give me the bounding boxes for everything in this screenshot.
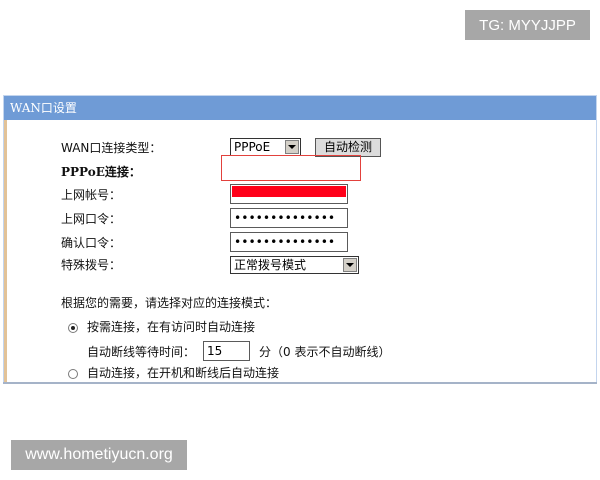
wan-type-selected-value: PPPoE: [234, 140, 271, 154]
idle-time-value: 15: [207, 344, 223, 358]
password-label: 上网口令：: [61, 212, 122, 226]
password-value: ••••••••••••••: [234, 211, 336, 225]
chevron-down-icon: [343, 258, 357, 272]
confirm-password-label: 确认口令：: [61, 236, 122, 250]
wan-settings-panel: WAN口设置 WAN口连接类型： PPPoE 自动检测 PPPoE连接： 上网帐…: [3, 95, 597, 383]
idle-time-input[interactable]: 15: [203, 341, 250, 361]
panel-left-accent: [4, 120, 7, 383]
wan-type-label: WAN口连接类型：: [61, 141, 162, 155]
redaction-bar: [232, 186, 346, 197]
confirm-password-input[interactable]: ••••••••••••••: [230, 232, 348, 252]
highlight-box: [221, 155, 361, 181]
special-dial-select[interactable]: 正常拨号模式: [230, 256, 359, 274]
idle-time-label: 自动断线等待时间：: [87, 345, 196, 359]
on-demand-label: 按需连接，在有访问时自动连接: [87, 320, 256, 334]
account-label: 上网帐号：: [61, 188, 122, 202]
special-dial-selected-value: 正常拨号模式: [234, 258, 307, 272]
radio-auto-connect[interactable]: [68, 369, 78, 379]
mode-prompt: 根据您的需要，请选择对应的连接模式：: [61, 296, 278, 310]
password-input[interactable]: ••••••••••••••: [230, 208, 348, 228]
account-input[interactable]: [230, 184, 348, 204]
idle-time-unit: 分（0 表示不自动断线）: [259, 345, 391, 359]
watermark-bottom: www.hometiyucn.org: [11, 440, 187, 470]
auto-connect-label: 自动连接，在开机和断线后自动连接: [87, 366, 280, 380]
special-dial-label: 特殊拨号：: [61, 258, 122, 272]
panel-title: WAN口设置: [4, 96, 596, 120]
confirm-password-value: ••••••••••••••: [234, 235, 336, 249]
radio-on-demand[interactable]: [68, 323, 78, 333]
watermark-top: TG: MYYJJPP: [465, 10, 590, 40]
pppoe-section-label: PPPoE连接：: [61, 165, 141, 179]
wan-type-select[interactable]: PPPoE: [230, 138, 301, 156]
panel-bottom-border: [3, 382, 597, 384]
chevron-down-icon: [285, 140, 299, 154]
